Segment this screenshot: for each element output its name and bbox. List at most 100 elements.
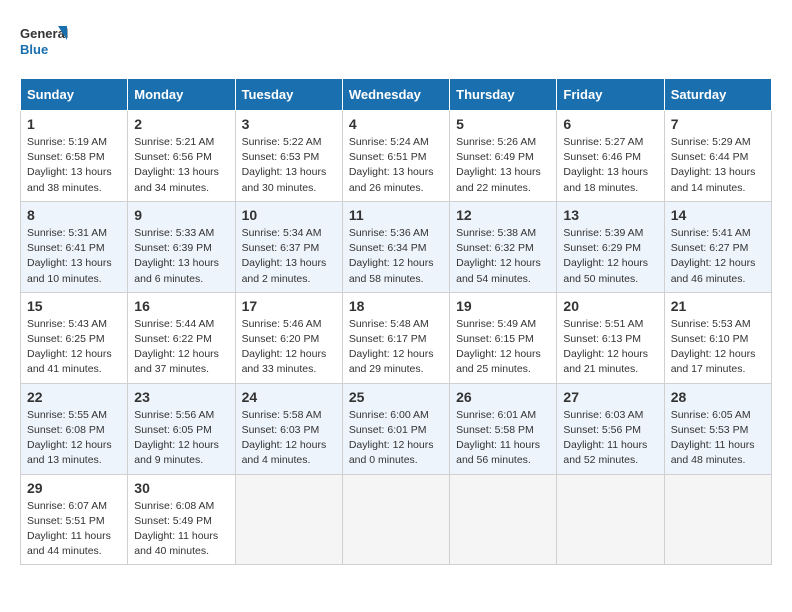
day-info: Sunrise: 6:05 AMSunset: 5:53 PMDaylight:…: [671, 408, 765, 469]
day-number: 2: [134, 116, 228, 132]
calendar-week-4: 22 Sunrise: 5:55 AMSunset: 6:08 PMDayligh…: [21, 383, 772, 474]
calendar-day: [664, 474, 771, 565]
calendar-day: 10 Sunrise: 5:34 AMSunset: 6:37 PMDayligh…: [235, 201, 342, 292]
calendar-day: 2 Sunrise: 5:21 AMSunset: 6:56 PMDaylight…: [128, 111, 235, 202]
svg-text:Blue: Blue: [20, 42, 48, 57]
calendar-day: 25Sunrise: 6:00 AMSunset: 6:01 PMDayligh…: [342, 383, 449, 474]
calendar-day: 29Sunrise: 6:07 AMSunset: 5:51 PMDayligh…: [21, 474, 128, 565]
day-number: 3: [242, 116, 336, 132]
day-number: 24: [242, 389, 336, 405]
day-header-tuesday: Tuesday: [235, 79, 342, 111]
calendar-day: 30 Sunrise: 6:08 AMSunset: 5:49 PMDayligh…: [128, 474, 235, 565]
day-info: Sunrise: 5:44 AMSunset: 6:22 PMDaylight:…: [134, 317, 228, 378]
day-header-monday: Monday: [128, 79, 235, 111]
calendar-day: [235, 474, 342, 565]
day-info: Sunrise: 5:51 AMSunset: 6:13 PMDaylight:…: [563, 317, 657, 378]
day-info: Sunrise: 5:24 AMSunset: 6:51 PMDaylight:…: [349, 135, 443, 196]
calendar-day: 4 Sunrise: 5:24 AMSunset: 6:51 PMDaylight…: [342, 111, 449, 202]
calendar-day: 20 Sunrise: 5:51 AMSunset: 6:13 PMDayligh…: [557, 292, 664, 383]
calendar-day: 5 Sunrise: 5:26 AMSunset: 6:49 PMDaylight…: [450, 111, 557, 202]
day-header-sunday: Sunday: [21, 79, 128, 111]
calendar-day: 26Sunrise: 6:01 AMSunset: 5:58 PMDayligh…: [450, 383, 557, 474]
day-info: Sunrise: 5:36 AMSunset: 6:34 PMDaylight:…: [349, 226, 443, 287]
day-info: Sunrise: 5:53 AMSunset: 6:10 PMDaylight:…: [671, 317, 765, 378]
calendar-day: 13Sunrise: 5:39 AMSunset: 6:29 PMDayligh…: [557, 201, 664, 292]
days-header-row: SundayMondayTuesdayWednesdayThursdayFrid…: [21, 79, 772, 111]
day-number: 28: [671, 389, 765, 405]
calendar-day: 21Sunrise: 5:53 AMSunset: 6:10 PMDayligh…: [664, 292, 771, 383]
calendar-day: 1 Sunrise: 5:19 AMSunset: 6:58 PMDaylight…: [21, 111, 128, 202]
calendar-day: 8 Sunrise: 5:31 AMSunset: 6:41 PMDaylight…: [21, 201, 128, 292]
day-number: 19: [456, 298, 550, 314]
day-number: 11: [349, 207, 443, 223]
day-header-friday: Friday: [557, 79, 664, 111]
calendar-day: [450, 474, 557, 565]
day-info: Sunrise: 5:38 AMSunset: 6:32 PMDaylight:…: [456, 226, 550, 287]
day-info: Sunrise: 5:21 AMSunset: 6:56 PMDaylight:…: [134, 135, 228, 196]
day-info: Sunrise: 5:48 AMSunset: 6:17 PMDaylight:…: [349, 317, 443, 378]
day-number: 27: [563, 389, 657, 405]
day-number: 9: [134, 207, 228, 223]
day-header-wednesday: Wednesday: [342, 79, 449, 111]
day-number: 1: [27, 116, 121, 132]
day-number: 17: [242, 298, 336, 314]
day-number: 22: [27, 389, 121, 405]
day-info: Sunrise: 6:03 AMSunset: 5:56 PMDaylight:…: [563, 408, 657, 469]
logo: General Blue: [20, 20, 70, 62]
calendar-day: [342, 474, 449, 565]
calendar-day: 3 Sunrise: 5:22 AMSunset: 6:53 PMDaylight…: [235, 111, 342, 202]
day-info: Sunrise: 5:39 AMSunset: 6:29 PMDaylight:…: [563, 226, 657, 287]
day-number: 18: [349, 298, 443, 314]
day-info: Sunrise: 6:08 AMSunset: 5:49 PMDaylight:…: [134, 499, 228, 560]
calendar-day: 11 Sunrise: 5:36 AMSunset: 6:34 PMDayligh…: [342, 201, 449, 292]
day-info: Sunrise: 5:41 AMSunset: 6:27 PMDaylight:…: [671, 226, 765, 287]
calendar-day: 7 Sunrise: 5:29 AMSunset: 6:44 PMDaylight…: [664, 111, 771, 202]
day-info: Sunrise: 5:58 AMSunset: 6:03 PMDaylight:…: [242, 408, 336, 469]
calendar-day: 27 Sunrise: 6:03 AMSunset: 5:56 PMDayligh…: [557, 383, 664, 474]
calendar-day: [557, 474, 664, 565]
calendar-week-2: 8 Sunrise: 5:31 AMSunset: 6:41 PMDaylight…: [21, 201, 772, 292]
calendar-day: 22 Sunrise: 5:55 AMSunset: 6:08 PMDayligh…: [21, 383, 128, 474]
day-header-saturday: Saturday: [664, 79, 771, 111]
calendar-week-5: 29Sunrise: 6:07 AMSunset: 5:51 PMDayligh…: [21, 474, 772, 565]
day-info: Sunrise: 5:22 AMSunset: 6:53 PMDaylight:…: [242, 135, 336, 196]
day-number: 10: [242, 207, 336, 223]
day-info: Sunrise: 5:19 AMSunset: 6:58 PMDaylight:…: [27, 135, 121, 196]
calendar-day: 28 Sunrise: 6:05 AMSunset: 5:53 PMDayligh…: [664, 383, 771, 474]
day-number: 15: [27, 298, 121, 314]
day-info: Sunrise: 5:49 AMSunset: 6:15 PMDaylight:…: [456, 317, 550, 378]
calendar-day: 24 Sunrise: 5:58 AMSunset: 6:03 PMDayligh…: [235, 383, 342, 474]
calendar-day: 18 Sunrise: 5:48 AMSunset: 6:17 PMDayligh…: [342, 292, 449, 383]
calendar-day: 9Sunrise: 5:33 AMSunset: 6:39 PMDaylight…: [128, 201, 235, 292]
day-number: 30: [134, 480, 228, 496]
calendar-day: 14Sunrise: 5:41 AMSunset: 6:27 PMDayligh…: [664, 201, 771, 292]
day-number: 20: [563, 298, 657, 314]
calendar-day: 16 Sunrise: 5:44 AMSunset: 6:22 PMDayligh…: [128, 292, 235, 383]
day-number: 12: [456, 207, 550, 223]
day-info: Sunrise: 5:56 AMSunset: 6:05 PMDaylight:…: [134, 408, 228, 469]
calendar-week-3: 15 Sunrise: 5:43 AMSunset: 6:25 PMDayligh…: [21, 292, 772, 383]
calendar-day: 23Sunrise: 5:56 AMSunset: 6:05 PMDayligh…: [128, 383, 235, 474]
day-number: 26: [456, 389, 550, 405]
day-number: 8: [27, 207, 121, 223]
day-number: 7: [671, 116, 765, 132]
calendar-day: 12 Sunrise: 5:38 AMSunset: 6:32 PMDayligh…: [450, 201, 557, 292]
day-info: Sunrise: 5:31 AMSunset: 6:41 PMDaylight:…: [27, 226, 121, 287]
day-info: Sunrise: 5:27 AMSunset: 6:46 PMDaylight:…: [563, 135, 657, 196]
day-number: 6: [563, 116, 657, 132]
page-header: General Blue: [20, 20, 772, 62]
calendar-day: 15 Sunrise: 5:43 AMSunset: 6:25 PMDayligh…: [21, 292, 128, 383]
day-number: 5: [456, 116, 550, 132]
day-info: Sunrise: 5:29 AMSunset: 6:44 PMDaylight:…: [671, 135, 765, 196]
day-info: Sunrise: 5:55 AMSunset: 6:08 PMDaylight:…: [27, 408, 121, 469]
calendar-day: 19 Sunrise: 5:49 AMSunset: 6:15 PMDayligh…: [450, 292, 557, 383]
day-info: Sunrise: 5:43 AMSunset: 6:25 PMDaylight:…: [27, 317, 121, 378]
calendar-table: SundayMondayTuesdayWednesdayThursdayFrid…: [20, 78, 772, 565]
day-header-thursday: Thursday: [450, 79, 557, 111]
day-info: Sunrise: 5:34 AMSunset: 6:37 PMDaylight:…: [242, 226, 336, 287]
day-number: 4: [349, 116, 443, 132]
day-number: 25: [349, 389, 443, 405]
day-info: Sunrise: 5:26 AMSunset: 6:49 PMDaylight:…: [456, 135, 550, 196]
logo-svg: General Blue: [20, 20, 70, 62]
day-number: 16: [134, 298, 228, 314]
